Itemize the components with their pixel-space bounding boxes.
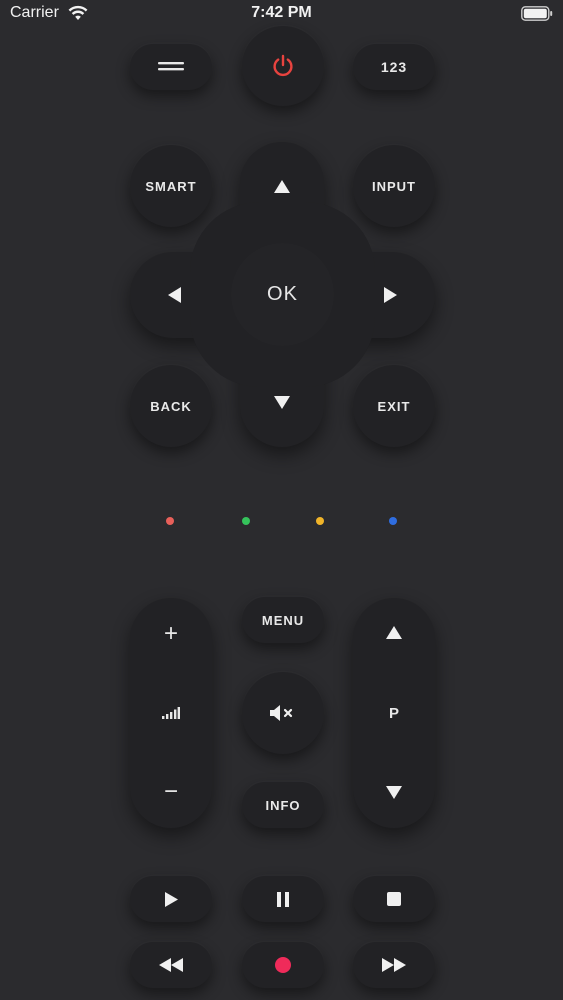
ok-button[interactable]: OK <box>231 243 334 346</box>
numpad-button[interactable]: 123 <box>353 44 435 90</box>
pause-icon <box>277 891 289 907</box>
arrow-down-icon <box>274 395 290 409</box>
blue-button[interactable] <box>389 517 397 525</box>
volume-down-button[interactable]: − <box>130 762 212 822</box>
arrow-up-icon <box>386 625 402 639</box>
volume-up-button[interactable]: + <box>130 604 212 664</box>
record-button[interactable] <box>242 942 324 988</box>
play-icon <box>164 891 178 907</box>
play-button[interactable] <box>130 876 212 922</box>
fast-forward-icon <box>382 958 406 972</box>
mute-button[interactable] <box>242 672 324 754</box>
program-label: P <box>388 704 399 722</box>
yellow-button[interactable] <box>316 517 324 525</box>
red-button[interactable] <box>166 517 174 525</box>
program-rocker: P <box>353 598 435 828</box>
green-button[interactable] <box>242 517 250 525</box>
mute-icon <box>270 705 293 721</box>
arrow-up-icon <box>274 179 290 193</box>
hamburger-icon <box>158 62 184 71</box>
menu-list-button[interactable] <box>130 44 212 90</box>
arrow-down-icon <box>386 785 402 799</box>
back-button[interactable]: BACK <box>130 365 212 447</box>
power-button[interactable] <box>242 26 324 106</box>
exit-button[interactable]: EXIT <box>353 365 435 447</box>
rewind-button[interactable] <box>130 942 212 988</box>
info-button[interactable]: INFO <box>242 782 324 828</box>
clock: 7:42 PM <box>251 4 312 21</box>
stop-button[interactable] <box>353 876 435 922</box>
menu-button[interactable]: MENU <box>242 597 324 643</box>
battery-icon <box>521 6 553 21</box>
signal-bars-icon <box>162 707 180 719</box>
rewind-icon <box>159 958 183 972</box>
program-down-button[interactable] <box>353 762 435 822</box>
volume-rocker: + − <box>130 598 212 828</box>
pause-button[interactable] <box>242 876 324 922</box>
power-icon <box>273 54 293 77</box>
stop-icon <box>387 892 401 906</box>
record-icon <box>275 957 291 973</box>
dpad-left-button[interactable] <box>144 265 204 325</box>
dpad-down-button[interactable] <box>252 372 312 432</box>
arrow-right-icon <box>383 287 397 303</box>
volume-level-indicator <box>130 683 212 743</box>
dpad-right-button[interactable] <box>360 265 420 325</box>
arrow-left-icon <box>167 287 181 303</box>
fast-forward-button[interactable] <box>353 942 435 988</box>
program-up-button[interactable] <box>353 602 435 662</box>
dpad-up-button[interactable] <box>252 156 312 216</box>
